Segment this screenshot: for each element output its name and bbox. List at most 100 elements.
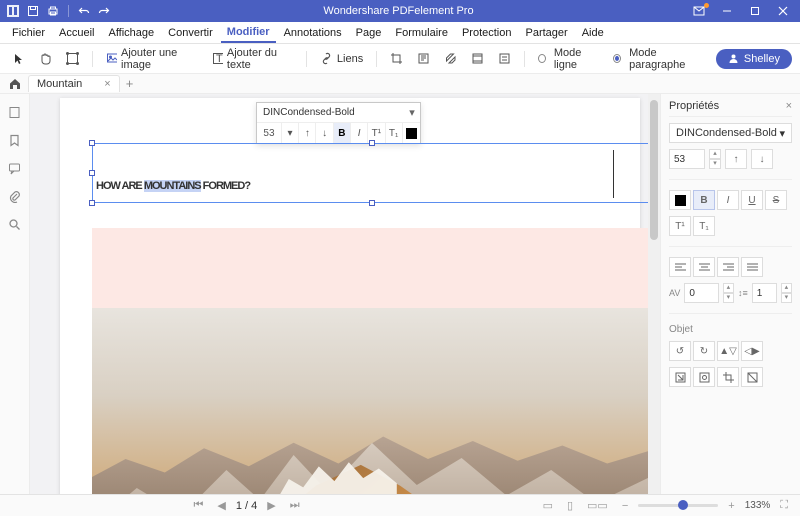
view-facing-icon[interactable]: ▭▭ bbox=[583, 499, 612, 512]
bold-button[interactable]: B bbox=[693, 190, 715, 210]
menu-annotations[interactable]: Annotations bbox=[278, 24, 348, 42]
menu-modifier[interactable]: Modifier bbox=[221, 23, 276, 43]
subscript-button[interactable]: T₁ bbox=[693, 216, 715, 236]
float-color-button[interactable] bbox=[403, 123, 420, 143]
crop-tool-icon[interactable] bbox=[385, 49, 408, 68]
spacing-down-icon[interactable]: ▾ bbox=[723, 293, 734, 303]
color-swatch-button[interactable] bbox=[669, 190, 691, 210]
undo-icon[interactable] bbox=[77, 4, 91, 18]
select-tool-icon[interactable] bbox=[8, 50, 30, 68]
add-tab-button[interactable]: + bbox=[126, 76, 134, 91]
resize-handle[interactable] bbox=[89, 140, 95, 146]
float-italic-button[interactable]: I bbox=[351, 123, 368, 143]
last-page-button[interactable]: ⏭ bbox=[286, 499, 304, 512]
float-font-dropdown-icon[interactable]: ▾ bbox=[404, 106, 420, 119]
vertical-scrollbar[interactable] bbox=[648, 94, 660, 494]
notifications-icon[interactable] bbox=[686, 0, 712, 22]
links-button[interactable]: Liens bbox=[315, 49, 368, 68]
prev-page-button[interactable]: ◀ bbox=[213, 499, 229, 512]
rotate-right-icon[interactable]: ↻ bbox=[693, 341, 715, 361]
underline-button[interactable]: U bbox=[741, 190, 763, 210]
increase-size-icon[interactable]: ↑ bbox=[725, 149, 747, 169]
opacity-icon[interactable] bbox=[741, 367, 763, 387]
user-account-button[interactable]: Shelley bbox=[716, 49, 792, 69]
home-tab-icon[interactable] bbox=[6, 75, 24, 93]
align-left-button[interactable] bbox=[669, 257, 691, 277]
mode-paragraph-radio[interactable]: Mode paragraphe bbox=[608, 44, 708, 74]
print-icon[interactable] bbox=[46, 4, 60, 18]
line-spacing-input[interactable]: 1 bbox=[752, 283, 777, 303]
zoom-in-button[interactable]: + bbox=[724, 500, 738, 512]
flip-vertical-icon[interactable]: ▲▽ bbox=[717, 341, 739, 361]
menu-page[interactable]: Page bbox=[350, 24, 388, 42]
superscript-button[interactable]: T¹ bbox=[669, 216, 691, 236]
thumbnails-icon[interactable] bbox=[7, 104, 23, 120]
line-down-icon[interactable]: ▾ bbox=[781, 293, 792, 303]
align-right-button[interactable] bbox=[717, 257, 739, 277]
menu-protection[interactable]: Protection bbox=[456, 24, 518, 42]
redo-icon[interactable] bbox=[97, 4, 111, 18]
rotate-left-icon[interactable]: ↺ bbox=[669, 341, 691, 361]
add-text-button[interactable]: TAjouter du texte bbox=[207, 44, 298, 74]
float-font-select[interactable]: DINCondensed-Bold bbox=[257, 107, 404, 118]
float-size-decrease-icon[interactable]: ↓ bbox=[316, 123, 333, 143]
prop-size-input[interactable]: 53 bbox=[669, 149, 705, 169]
hand-tool-icon[interactable] bbox=[34, 49, 57, 68]
close-button[interactable] bbox=[770, 0, 796, 22]
save-icon[interactable] bbox=[26, 4, 40, 18]
decrease-size-icon[interactable]: ↓ bbox=[751, 149, 773, 169]
extract-icon[interactable] bbox=[669, 367, 691, 387]
float-size-dropdown-icon[interactable]: ▾ bbox=[282, 123, 299, 143]
comments-icon[interactable] bbox=[7, 160, 23, 176]
float-size-input[interactable]: 53 bbox=[257, 123, 282, 143]
close-tab-icon[interactable]: × bbox=[104, 78, 110, 90]
char-spacing-input[interactable]: 0 bbox=[684, 283, 718, 303]
zoom-out-button[interactable]: − bbox=[618, 500, 632, 512]
first-page-button[interactable]: ⏮ bbox=[189, 499, 207, 512]
crop-object-icon[interactable] bbox=[717, 367, 739, 387]
search-icon[interactable] bbox=[7, 216, 23, 232]
menu-affichage[interactable]: Affichage bbox=[102, 24, 160, 42]
strike-button[interactable]: S bbox=[765, 190, 787, 210]
edit-object-tool-icon[interactable] bbox=[61, 49, 84, 68]
size-up-icon[interactable]: ▴ bbox=[709, 149, 721, 159]
text-selection-box[interactable] bbox=[92, 143, 652, 203]
scrollbar-thumb[interactable] bbox=[650, 100, 658, 240]
prop-font-select[interactable]: DINCondensed-Bold▾ bbox=[669, 123, 792, 143]
bates-tool-icon[interactable] bbox=[493, 49, 516, 68]
mode-line-radio[interactable]: Mode ligne bbox=[533, 44, 604, 74]
float-bold-button[interactable]: B bbox=[334, 123, 351, 143]
close-panel-icon[interactable]: × bbox=[786, 100, 792, 112]
document-tab[interactable]: Mountain × bbox=[28, 75, 120, 92]
italic-button[interactable]: I bbox=[717, 190, 739, 210]
background-tool-icon[interactable] bbox=[439, 49, 462, 68]
menu-formulaire[interactable]: Formulaire bbox=[389, 24, 454, 42]
header-footer-tool-icon[interactable] bbox=[466, 49, 489, 68]
view-single-icon[interactable]: ▭ bbox=[539, 499, 557, 512]
add-image-button[interactable]: Ajouter une image bbox=[101, 44, 203, 74]
float-size-increase-icon[interactable]: ↑ bbox=[299, 123, 316, 143]
menu-convertir[interactable]: Convertir bbox=[162, 24, 219, 42]
zoom-value[interactable]: 133% bbox=[745, 500, 771, 511]
line-up-icon[interactable]: ▴ bbox=[781, 283, 792, 293]
maximize-button[interactable] bbox=[742, 0, 768, 22]
document-canvas[interactable]: DINCondensed-Bold ▾ 53 ▾ ↑ ↓ B I T¹ T₁ H… bbox=[30, 94, 660, 494]
watermark-tool-icon[interactable] bbox=[412, 49, 435, 68]
menu-partager[interactable]: Partager bbox=[519, 24, 573, 42]
menu-aide[interactable]: Aide bbox=[576, 24, 610, 42]
bookmarks-icon[interactable] bbox=[7, 132, 23, 148]
zoom-slider[interactable] bbox=[638, 504, 718, 507]
next-page-button[interactable]: ▶ bbox=[263, 499, 279, 512]
align-justify-button[interactable] bbox=[741, 257, 763, 277]
resize-handle[interactable] bbox=[369, 200, 375, 206]
resize-handle[interactable] bbox=[89, 170, 95, 176]
resize-handle[interactable] bbox=[369, 140, 375, 146]
minimize-button[interactable] bbox=[714, 0, 740, 22]
zoom-thumb[interactable] bbox=[678, 500, 688, 510]
menu-fichier[interactable]: Fichier bbox=[6, 24, 51, 42]
fit-page-icon[interactable]: ⛶ bbox=[776, 499, 792, 512]
flip-horizontal-icon[interactable]: ◁▶ bbox=[741, 341, 763, 361]
resize-handle[interactable] bbox=[89, 200, 95, 206]
page-indicator[interactable]: 1 / 4 bbox=[236, 500, 257, 512]
align-center-button[interactable] bbox=[693, 257, 715, 277]
